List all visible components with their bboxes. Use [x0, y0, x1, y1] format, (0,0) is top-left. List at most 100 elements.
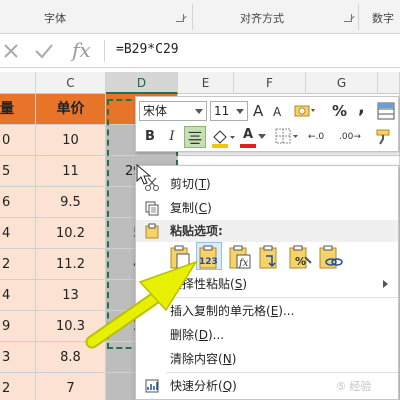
font-color-button[interactable]: A — [240, 126, 256, 148]
shortcut-key: E — [270, 304, 279, 318]
chevron-down-icon — [236, 109, 244, 114]
cell-unit-price[interactable]: 10 — [36, 125, 106, 156]
submenu-arrow-icon — [383, 280, 388, 288]
menu-item-insert-copied-label: 插入复制的单元格 — [170, 304, 267, 318]
menu-item-paste-special[interactable]: 选择性粘贴(S) — [136, 272, 398, 296]
menu-separator — [166, 372, 398, 373]
cell-unit-price[interactable]: 7 — [36, 373, 106, 400]
menu-item-cut[interactable]: 剪切(T) — [136, 172, 398, 196]
close-icon[interactable] — [2, 42, 20, 60]
cell-unit-price[interactable]: 11 — [36, 156, 106, 187]
menu-separator — [166, 297, 398, 298]
column-header-f[interactable]: F — [234, 72, 306, 94]
ribbon-group-font-label: 字体 — [44, 12, 66, 25]
context-menu: 剪切(T) 复制(C) 粘贴选项: 123 fx % 选择性粘贴(S) 插入复制… — [135, 165, 399, 400]
header-cell-unit-price[interactable]: 单价 — [36, 94, 106, 125]
cell-unit-price[interactable]: 10.2 — [36, 218, 106, 249]
format-table-icon[interactable] — [376, 101, 396, 121]
paste-formatting-button[interactable]: % — [286, 242, 312, 270]
paste-transpose-button[interactable] — [256, 242, 282, 270]
column-header-d[interactable]: D — [106, 72, 178, 94]
svg-text:fx: fx — [238, 258, 249, 269]
shrink-font-button[interactable]: A — [273, 101, 281, 123]
borders-icon[interactable] — [274, 127, 300, 147]
menu-item-copy-label: 复制 — [170, 201, 195, 215]
cell-unit-price[interactable]: 11.2 — [36, 249, 106, 280]
column-header-c[interactable]: C — [36, 72, 106, 94]
bold-button[interactable]: B — [142, 126, 158, 148]
increase-decimal-button[interactable]: ←.0 — [308, 126, 324, 148]
font-dialog-launcher-icon[interactable] — [176, 14, 184, 22]
font-name-dropdown[interactable]: 宋体 — [139, 101, 207, 121]
ribbon-separator — [358, 4, 359, 30]
check-icon[interactable] — [34, 42, 54, 60]
cell-quantity[interactable]: 3 — [0, 342, 36, 373]
shortcut-key: N — [222, 352, 232, 366]
formula-bar: fx =B29*C29 — [0, 34, 400, 68]
paste-values-badge: 123 — [199, 257, 218, 267]
font-size-dropdown[interactable]: 11 — [210, 101, 248, 121]
percent-style-button[interactable]: % — [332, 100, 347, 122]
chevron-down-icon[interactable] — [258, 134, 266, 140]
menu-item-clear-contents[interactable]: 清除内容(N) — [136, 347, 398, 371]
center-align-icon[interactable] — [184, 126, 206, 148]
font-name-value: 宋体 — [143, 104, 168, 118]
currency-format-icon[interactable] — [294, 103, 316, 119]
cell-quantity[interactable]: 4 — [0, 218, 36, 249]
column-header-h[interactable] — [378, 72, 400, 94]
menu-item-cut-label: 剪切 — [170, 177, 195, 191]
paste-formulas-button[interactable]: fx — [226, 242, 252, 270]
svg-text:%: % — [295, 255, 306, 268]
shortcut-key: Q — [222, 379, 233, 393]
menu-item-delete[interactable]: 删除(D)... — [136, 323, 398, 347]
menu-item-clear-contents-label: 清除内容 — [170, 352, 219, 366]
menu-item-copy[interactable]: 复制(C) — [136, 196, 398, 220]
formula-input[interactable]: =B29*C29 — [116, 42, 179, 57]
paste-link-icon — [319, 245, 343, 269]
formula-bar-divider — [104, 40, 105, 62]
grow-font-button[interactable]: A — [253, 100, 263, 122]
column-header-e[interactable]: E — [178, 72, 234, 94]
cell-unit-price[interactable]: 13 — [36, 280, 106, 311]
cell-unit-price[interactable]: 8.8 — [36, 342, 106, 373]
cell-quantity[interactable]: 2 — [0, 373, 36, 400]
watermark-text: ⑤ 经验 — [336, 380, 372, 393]
cell-unit-price[interactable]: 9.5 — [36, 187, 106, 218]
ribbon-group-alignment-label: 对齐方式 — [240, 12, 284, 25]
cell-quantity[interactable]: 4 — [0, 280, 36, 311]
quick-analysis-icon — [145, 379, 159, 393]
insert-function-button[interactable]: fx — [72, 38, 91, 62]
column-header-row: C D E F G — [0, 72, 400, 94]
paste-transpose-icon — [259, 245, 277, 269]
cell-quantity[interactable]: 6 — [0, 187, 36, 218]
cell-unit-price[interactable]: 10.3 — [36, 311, 106, 342]
ribbon-group-labels: 字体 对齐方式 数字 — [0, 0, 400, 34]
ribbon-group-number-label: 数字 — [372, 12, 394, 25]
alignment-dialog-launcher-icon[interactable] — [344, 14, 352, 22]
paste-button[interactable] — [167, 242, 193, 270]
cell-quantity[interactable]: 5 — [0, 156, 36, 187]
paste-formatting-icon: % — [289, 245, 312, 269]
fill-color-icon[interactable] — [210, 127, 236, 149]
mouse-pointer-icon — [136, 164, 152, 185]
clipboard-icon — [145, 223, 159, 239]
column-header-b[interactable] — [0, 72, 36, 94]
cell-quantity[interactable]: 9 — [0, 311, 36, 342]
shortcut-key: S — [234, 277, 243, 291]
format-painter-icon[interactable] — [374, 127, 394, 147]
paste-link-button[interactable] — [316, 242, 343, 270]
column-header-g[interactable]: G — [306, 72, 378, 94]
decrease-decimal-button[interactable]: .00→ — [339, 126, 361, 148]
paste-values-button[interactable]: 123 — [196, 242, 222, 270]
mini-toolbar: 宋体 11 A A % , B I A ←.0 .00→ — [135, 96, 399, 152]
menu-item-delete-label: 删除 — [170, 328, 195, 342]
paste-icon — [170, 245, 190, 269]
paste-options-header: 粘贴选项: — [136, 220, 398, 242]
menu-item-insert-copied-cells[interactable]: 插入复制的单元格(E)... — [136, 299, 398, 323]
cell-quantity[interactable]: 2 — [0, 249, 36, 280]
shortcut-key: T — [198, 177, 207, 191]
header-cell-quantity[interactable]: 量 — [0, 94, 36, 125]
italic-button[interactable]: I — [164, 126, 180, 148]
cell-quantity[interactable]: 0 — [0, 125, 36, 156]
comma-style-button[interactable]: , — [358, 97, 365, 119]
